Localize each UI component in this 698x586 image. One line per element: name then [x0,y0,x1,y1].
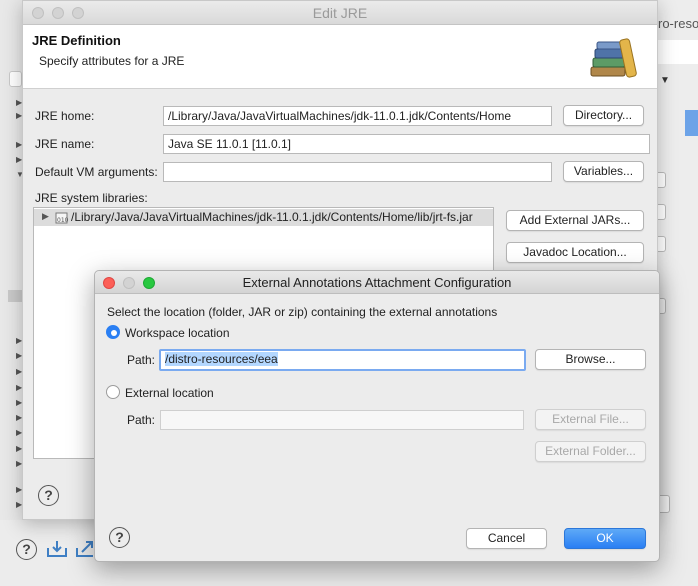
background-tab-label: ro-reso [658,16,698,31]
workspace-path-label: Path: [127,353,156,367]
javadoc-location-button[interactable]: Javadoc Location... [506,242,644,263]
background-left-panel: ▶ ▶ ▶ ▶ ▼ ▶ ▶ ▶ ▶ ▶ ▶ ▶ ▶ ▶ ▶ ▶ [0,0,24,586]
system-libraries-label: JRE system libraries: [35,191,148,205]
jre-home-field[interactable]: /Library/Java/JavaVirtualMachines/jdk-11… [163,106,552,126]
background-help-icon[interactable]: ? [16,539,37,560]
dialog-instruction: Select the location (folder, JAR or zip)… [107,305,498,319]
background-button-edge[interactable] [658,236,666,252]
page-subtitle: Specify attributes for a JRE [39,54,185,68]
background-header [658,40,698,64]
workspace-location-label: Workspace location [125,326,230,340]
library-path-label: /Library/Java/JavaVirtualMachines/jdk-11… [71,210,473,224]
close-dialog-icon[interactable] [103,277,115,289]
dialog-title: External Annotations Attachment Configur… [242,275,512,290]
jre-definition-header: JRE Definition Specify attributes for a … [23,25,657,89]
variables-button[interactable]: Variables... [563,161,644,182]
cancel-button[interactable]: Cancel [466,528,547,549]
export-icon[interactable] [74,538,96,560]
zoom-window-icon[interactable] [72,7,84,19]
jre-home-label: JRE home: [35,109,95,123]
jre-name-field[interactable]: Java SE 11.0.1 [11.0.1] [163,134,650,154]
background-menu-arrow-icon[interactable]: ▼ [660,75,670,86]
close-window-icon[interactable] [32,7,44,19]
ok-button[interactable]: OK [564,528,646,549]
list-item[interactable]: ▶ 010 /Library/Java/JavaVirtualMachines/… [34,209,493,226]
background-filter-field [9,71,22,87]
dialog-help-icon[interactable]: ? [109,527,130,548]
background-right-panel: ro-reso ▼ [655,0,698,586]
jre-name-label: JRE name: [35,137,95,151]
minimize-dialog-icon [123,277,135,289]
tree-expand-icon[interactable]: ▶ [42,211,49,222]
library-books-icon [590,38,637,78]
browse-button[interactable]: Browse... [535,349,646,370]
edit-jre-window-title: Edit JRE [312,5,368,21]
external-location-label: External location [125,386,214,400]
external-annotations-dialog: External Annotations Attachment Configur… [94,270,660,562]
page-title: JRE Definition [32,33,121,48]
dialog-titlebar: External Annotations Attachment Configur… [95,271,659,294]
external-path-input[interactable] [160,410,524,430]
minimize-window-icon[interactable] [52,7,64,19]
external-location-radio[interactable] [106,385,120,399]
external-path-label: Path: [127,413,156,427]
import-icon[interactable] [45,538,69,560]
help-icon[interactable]: ? [38,485,59,506]
edit-jre-titlebar: Edit JRE [23,1,657,25]
add-external-jars-button[interactable]: Add External JARs... [506,210,644,231]
vm-arguments-field[interactable] [163,162,552,182]
tree-selected-row [8,290,22,302]
background-button-edge[interactable] [658,204,666,220]
svg-text:010: 010 [57,217,69,224]
workspace-location-radio[interactable] [106,325,120,339]
vm-arguments-label: Default VM arguments: [35,165,158,179]
workspace-path-input[interactable]: /distro-resources/eea [159,349,526,371]
background-selected-item [685,110,698,136]
background-button-edge[interactable] [658,172,666,188]
zoom-dialog-icon[interactable] [143,277,155,289]
external-folder-button[interactable]: External Folder... [535,441,646,462]
workspace-path-value: /distro-resources/eea [165,352,278,366]
jar-file-icon: 010 [55,212,69,224]
directory-button[interactable]: Directory... [563,105,644,126]
external-file-button[interactable]: External File... [535,409,646,430]
